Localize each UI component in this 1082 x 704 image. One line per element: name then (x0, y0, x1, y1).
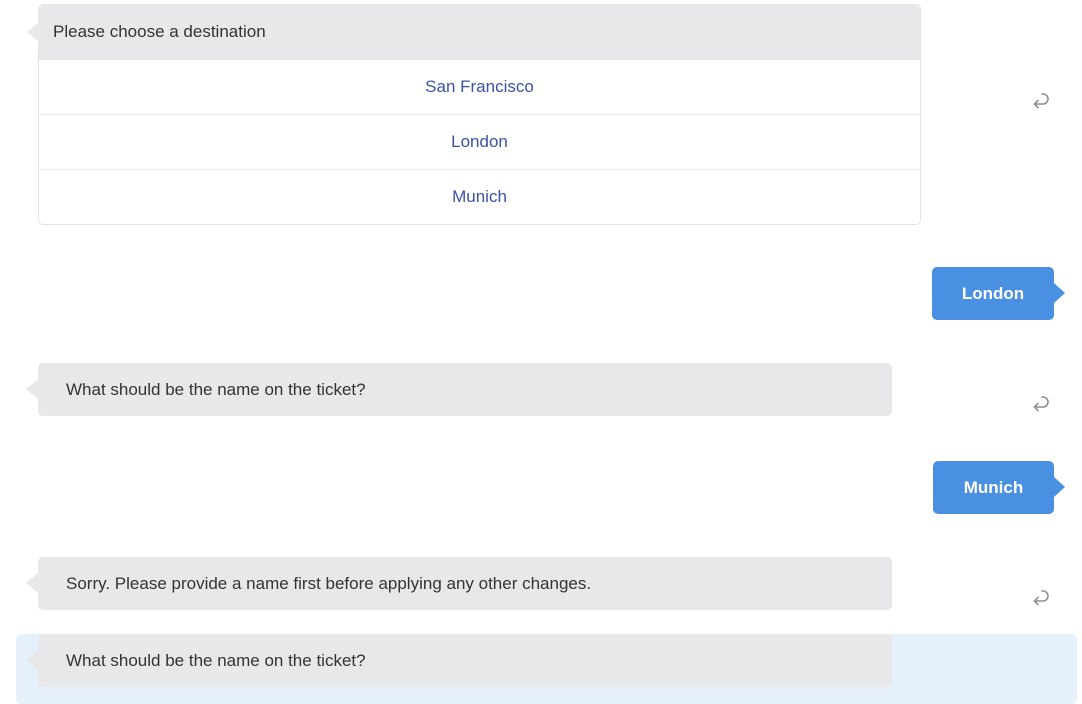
reply-arrow-icon[interactable] (1028, 391, 1052, 415)
reply-arrow-icon[interactable] (1028, 585, 1052, 609)
bot-message-name-question: What should be the name on the ticket? (26, 363, 892, 416)
user-message-text: Munich (963, 478, 1024, 497)
destination-prompt-card: Please choose a destination San Francisc… (27, 4, 921, 225)
reply-arrow-icon[interactable] (1028, 88, 1052, 112)
user-message-london: London (932, 267, 1065, 320)
user-bubble-tail (1054, 477, 1065, 497)
bot-message-name-question-repeat: What should be the name on the ticket? (26, 634, 892, 687)
bot-message-text: Sorry. Please provide a name first befor… (66, 574, 592, 593)
option-munich[interactable]: Munich (39, 169, 920, 224)
bot-bubble-tail (26, 650, 38, 670)
bot-message-text: What should be the name on the ticket? (66, 651, 366, 670)
bot-message-text: What should be the name on the ticket? (66, 380, 366, 399)
user-bubble-tail (1054, 283, 1065, 303)
destination-prompt-title: Please choose a destination (53, 22, 266, 41)
option-san-francisco[interactable]: San Francisco (39, 59, 920, 114)
user-message-munich: Munich (933, 461, 1065, 514)
bot-bubble-tail (26, 379, 38, 399)
option-london[interactable]: London (39, 114, 920, 169)
bot-bubble-tail (26, 573, 38, 593)
bot-bubble-tail (27, 22, 39, 42)
destination-prompt-header: Please choose a destination (27, 5, 920, 59)
user-message-text: London (961, 284, 1025, 303)
bot-message-error: Sorry. Please provide a name first befor… (26, 557, 892, 610)
